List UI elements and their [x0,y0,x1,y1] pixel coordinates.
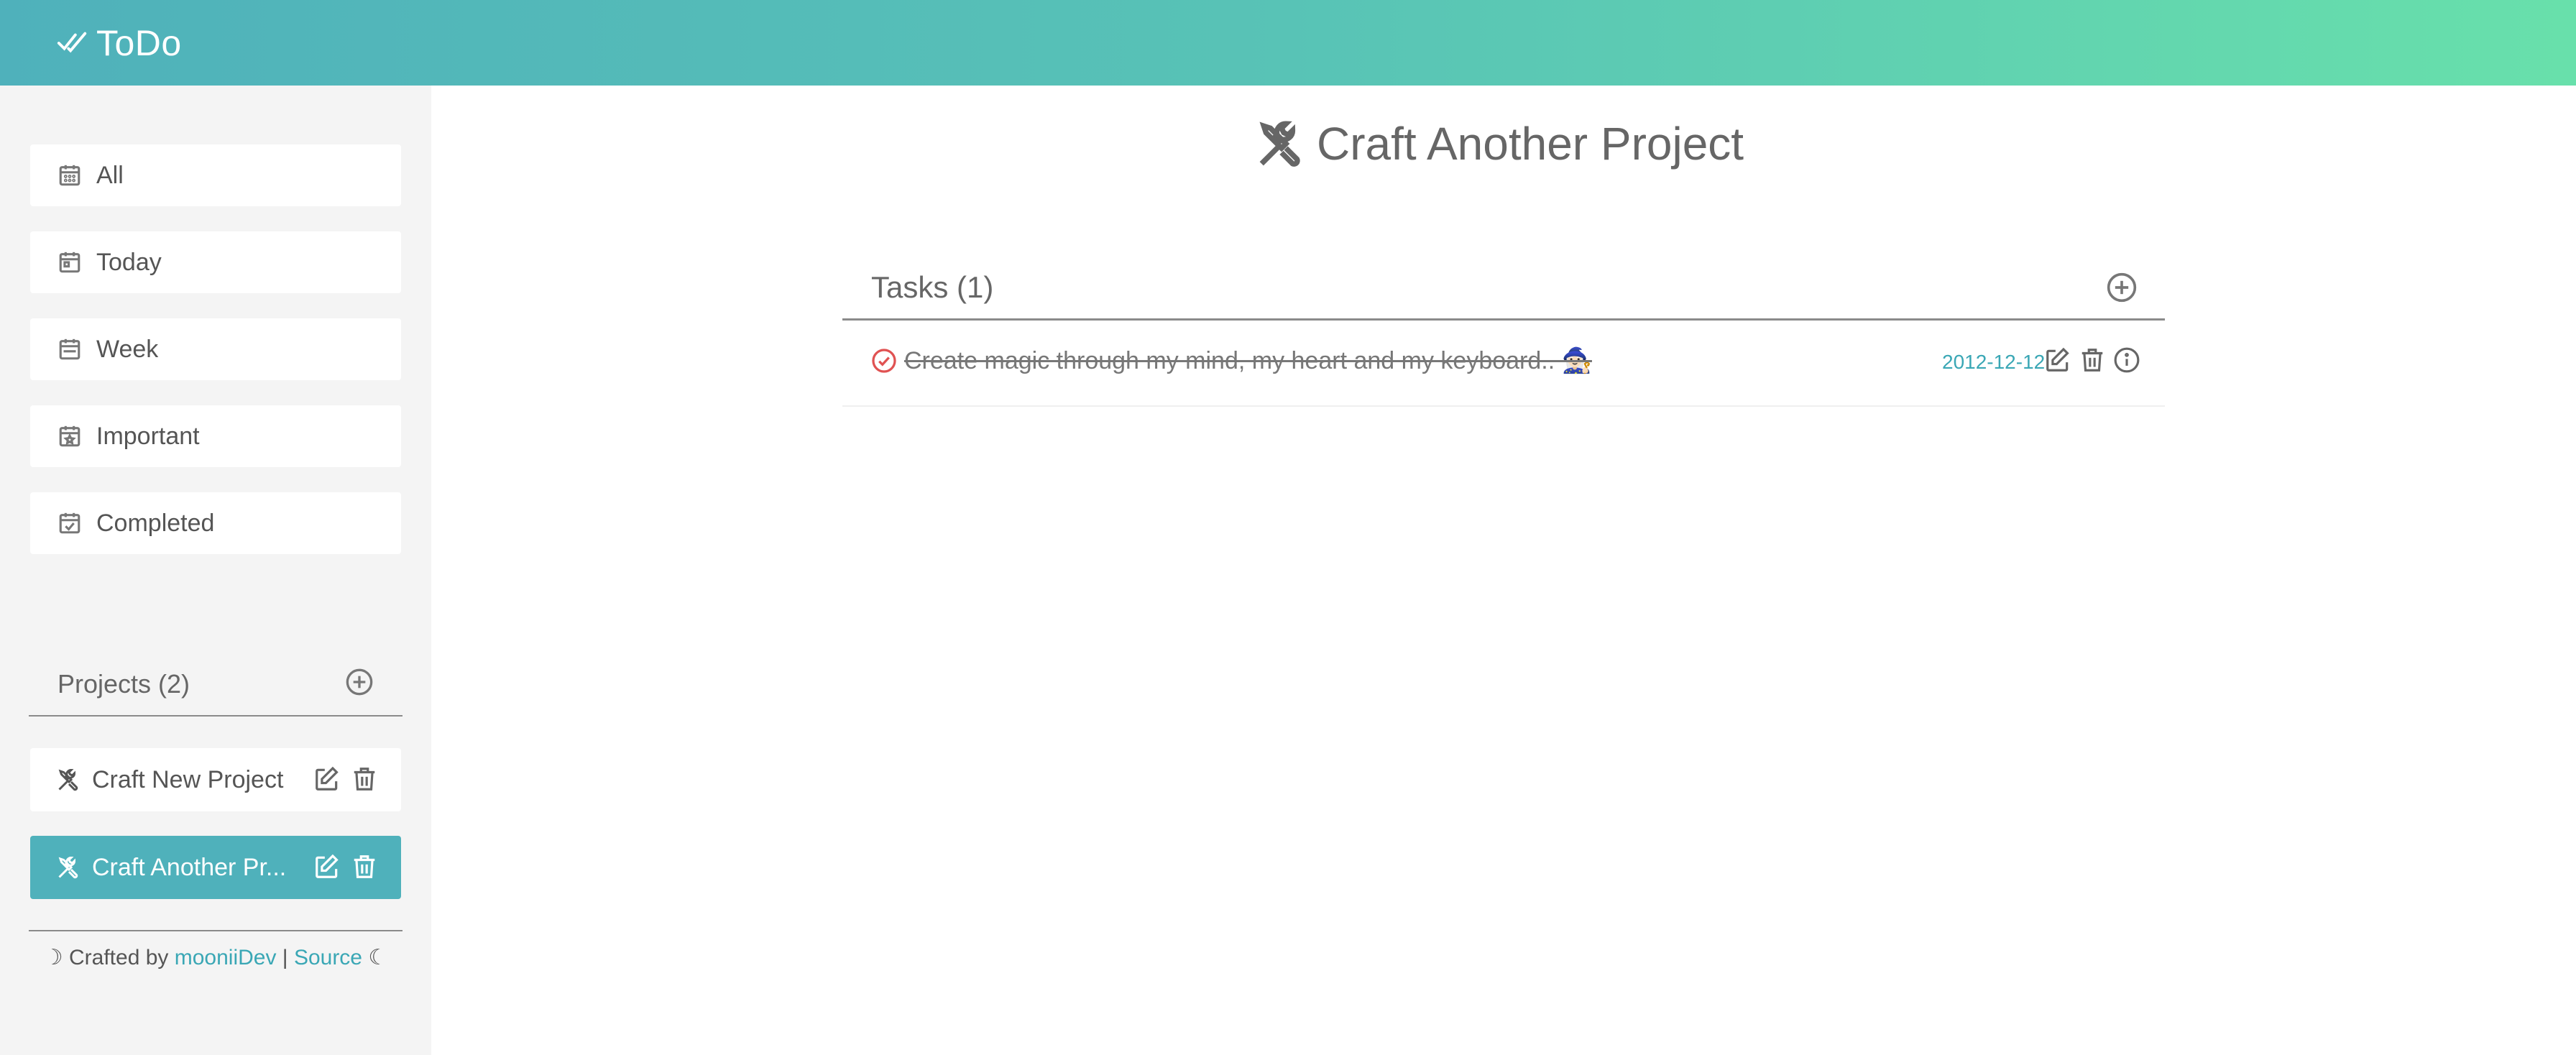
calendar-star-icon [59,425,80,447]
sidebar-item-label: Week [96,335,159,363]
sidebar-item-completed[interactable]: Completed [30,492,401,554]
plus-circle-icon [346,668,373,696]
author-link[interactable]: mooniiDev [175,946,277,969]
edit-icon [316,854,339,878]
plus-circle-icon [2107,272,2137,303]
footer-separator: | [276,946,294,969]
sidebar-item-label: Completed [96,509,215,537]
tools-icon [1259,121,1300,167]
task-title: Create magic through my mind, my heart a… [904,347,1592,374]
double-check-icon [57,32,87,53]
top-bar: ToDo [0,0,2576,86]
task-due-date: 2012-12-12 [1942,351,2046,373]
tasks-title: Tasks (1) [871,270,994,304]
sidebar-item-today[interactable]: Today [30,231,401,293]
trash-icon [2082,349,2103,372]
page-title: Craft Another Project [1255,115,1744,172]
task-row: Create magic through my mind, my heart a… [842,329,2165,407]
delete-project-button[interactable] [351,853,378,880]
edit-project-button[interactable] [313,853,341,880]
sidebar-item-label: Important [96,422,200,450]
trash-icon [354,768,375,791]
sidebar-item-all[interactable]: All [30,144,401,206]
edit-icon [316,766,339,791]
footer-suffix: ☾ [362,946,388,969]
check-circle-icon [872,349,896,373]
project-item-craft-new-project[interactable]: Craft New Project [30,748,401,811]
sidebar-item-label: All [96,161,124,189]
source-link[interactable]: Source [294,946,362,969]
project-title: Craft Another Project [1317,118,1744,170]
edit-icon [2046,347,2069,372]
delete-task-button[interactable] [2079,346,2106,374]
sidebar-item-week[interactable]: Week [30,318,401,380]
sidebar: All Today Week Important Completed Proje… [0,86,431,1055]
calendar-day-icon [59,252,80,273]
app-title: ToDo [96,23,182,63]
add-project-button[interactable] [345,668,374,696]
project-item-craft-another-project[interactable]: Craft Another Pr... [30,836,401,899]
tasks-header: Tasks (1) [842,259,2165,321]
sidebar-item-important[interactable]: Important [30,405,401,467]
task-complete-checkbox[interactable] [871,348,897,374]
tools-icon [56,767,82,793]
trash-icon [354,855,375,878]
task-info-button[interactable] [2113,346,2140,374]
projects-header: Projects (2) [29,655,402,717]
footer-prefix: ☽ Crafted by [43,946,175,969]
delete-project-button[interactable] [351,765,378,793]
calendar-icon [59,165,80,186]
sidebar-item-label: Today [96,248,162,276]
footer: ☽ Crafted by mooniiDev | Source ☾ [29,945,402,970]
projects-title: Projects (2) [58,669,190,699]
tools-icon [56,854,82,880]
info-icon [2114,347,2140,373]
project-name: Craft Another Pr... [92,853,287,881]
app-brand[interactable]: ToDo [56,20,182,66]
edit-task-button[interactable] [2044,346,2071,374]
add-task-button[interactable] [2106,272,2138,303]
footer-divider [29,930,402,931]
calendar-week-icon [59,338,80,360]
project-name: Craft New Project [92,765,284,793]
calendar-check-icon [59,512,80,534]
edit-project-button[interactable] [313,765,341,793]
